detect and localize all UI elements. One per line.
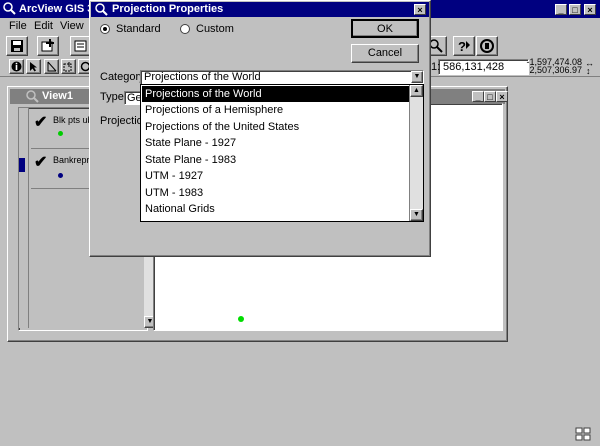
dropdown-item[interactable]: Projections of the United States bbox=[145, 119, 299, 135]
scale-input[interactable]: 1: 586,131,428 bbox=[431, 59, 529, 75]
dropdown-scroll-down-button[interactable]: ▼ bbox=[410, 209, 423, 221]
menu-view[interactable]: View bbox=[60, 20, 84, 32]
layer-checkbox[interactable]: ✔ bbox=[34, 152, 47, 172]
view-minimize-button[interactable]: _ bbox=[472, 91, 484, 102]
custom-radio-label: Custom bbox=[196, 23, 234, 35]
menu-edit[interactable]: Edit bbox=[34, 20, 53, 32]
layer-checkbox[interactable]: ✔ bbox=[34, 112, 47, 132]
view-title: View1 bbox=[42, 90, 73, 102]
chevron-down-icon[interactable]: ▼ bbox=[411, 71, 423, 83]
view-icon bbox=[26, 90, 39, 103]
dialog-icon bbox=[95, 3, 108, 16]
app-minimize-button[interactable]: _ bbox=[555, 4, 567, 15]
layer-point-symbol bbox=[58, 173, 63, 178]
add-theme-button[interactable] bbox=[37, 36, 59, 56]
app-maximize-button[interactable]: □ bbox=[569, 4, 581, 15]
coordinate-readout: -1,597,474.08 2,507,306.97 bbox=[520, 58, 582, 75]
help-button[interactable]: ? bbox=[453, 36, 475, 56]
view-close-button[interactable]: × bbox=[496, 91, 508, 102]
grid-icon[interactable] bbox=[575, 427, 591, 441]
scale-value: 586,131,428 bbox=[443, 61, 505, 73]
standard-radio-label: Standard bbox=[116, 23, 161, 35]
dropdown-item[interactable]: UTM - 1927 bbox=[145, 168, 203, 184]
pointer-tool[interactable] bbox=[26, 59, 41, 74]
save-project-button[interactable] bbox=[6, 36, 28, 56]
dropdown-item[interactable]: State Plane - 1927 bbox=[145, 135, 236, 151]
radio-selected-icon bbox=[100, 24, 110, 34]
dialog-titlebar[interactable]: Projection Properties × bbox=[91, 2, 429, 17]
dropdown-scrollbar[interactable] bbox=[409, 85, 423, 221]
category-dropdown-list: Projections of the World Projections of … bbox=[140, 84, 424, 222]
app-title: ArcView GIS 3 bbox=[19, 3, 94, 15]
toc-left-strip bbox=[19, 108, 29, 328]
dropdown-item[interactable]: UTM - 1983 bbox=[145, 185, 203, 201]
svg-text:?: ? bbox=[458, 39, 466, 54]
projection-dialog: Projection Properties × Standard Custom … bbox=[89, 0, 431, 257]
vertex-edit-tool[interactable] bbox=[44, 59, 59, 74]
refresh-button[interactable] bbox=[476, 36, 498, 56]
radio-unselected-icon bbox=[180, 24, 190, 34]
category-select[interactable]: Projections of the World ▼ bbox=[140, 70, 424, 85]
view-maximize-button[interactable]: □ bbox=[484, 91, 496, 102]
scale-prefix: 1: bbox=[431, 61, 441, 73]
ok-button[interactable]: OK bbox=[351, 19, 419, 38]
app-close-button[interactable]: × bbox=[584, 4, 596, 15]
type-label: Type: bbox=[100, 91, 127, 103]
category-selected-value: Projections of the World bbox=[144, 71, 261, 83]
identify-tool[interactable] bbox=[9, 59, 24, 74]
dropdown-scroll-up-button[interactable]: ▲ bbox=[410, 85, 423, 97]
y-coordinate: 2,507,306.97 bbox=[529, 65, 582, 75]
dropdown-item[interactable]: State Plane - 1983 bbox=[145, 152, 236, 168]
dropdown-item[interactable]: National Grids bbox=[145, 201, 215, 217]
cancel-button[interactable]: Cancel bbox=[351, 44, 419, 63]
arcview-icon bbox=[3, 2, 16, 15]
layer-point-symbol bbox=[58, 131, 63, 136]
dialog-title: Projection Properties bbox=[112, 3, 224, 15]
active-theme-marker bbox=[19, 158, 25, 172]
dropdown-item[interactable]: Projections of the World bbox=[142, 86, 409, 102]
select-feature-tool[interactable] bbox=[61, 59, 76, 74]
vertical-arrows-icon: ↕ bbox=[586, 66, 591, 76]
menu-file[interactable]: File bbox=[9, 20, 27, 32]
dialog-close-button[interactable]: × bbox=[414, 4, 426, 15]
map-point bbox=[238, 316, 244, 322]
dropdown-item[interactable]: Projections of a Hemisphere bbox=[145, 102, 283, 118]
